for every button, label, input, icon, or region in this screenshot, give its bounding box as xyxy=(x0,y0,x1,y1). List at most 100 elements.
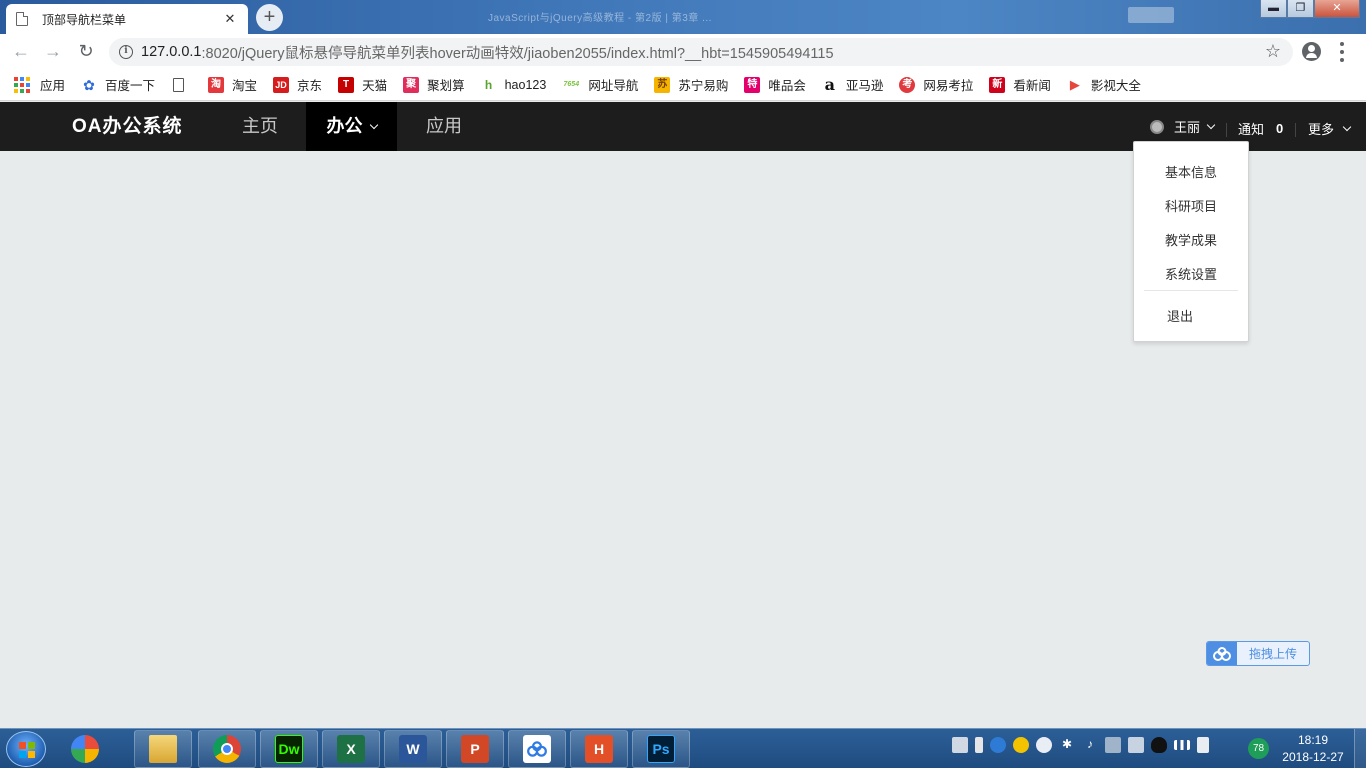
bookmark-video[interactable]: ▶ 影视大全 xyxy=(1067,75,1141,94)
network-signal-icon[interactable] xyxy=(1174,740,1190,750)
bookmark-kaola[interactable]: 考 网易考拉 xyxy=(899,75,973,94)
bookmark-hao123[interactable]: h hao123 xyxy=(481,77,546,93)
taskbar-app[interactable]: H xyxy=(570,730,628,768)
bookmark-amazon[interactable]: a 亚马逊 xyxy=(822,75,884,94)
forward-arrow-icon[interactable]: → xyxy=(42,41,64,63)
clock-date: 2018-12-27 xyxy=(1282,750,1344,764)
minimize-button[interactable]: ▬ xyxy=(1260,0,1287,18)
volume-icon[interactable]: ♪ xyxy=(1082,737,1098,753)
nav-item-label: 主页 xyxy=(242,116,278,136)
upload-label: 拖拽上传 xyxy=(1248,647,1297,661)
taskbar-app[interactable]: P xyxy=(446,730,504,768)
drag-upload-button[interactable]: 拖拽上传 xyxy=(1206,641,1310,666)
close-window-button[interactable]: ✕ xyxy=(1314,0,1360,18)
windows-taskbar: Dw X W P H Ps ✱ ♪ 78 18:19 2018-12-27 xyxy=(0,728,1366,768)
profile-icon[interactable] xyxy=(1302,42,1321,61)
keyboard-icon[interactable] xyxy=(952,737,968,753)
window-controls: ▬ ❐ ✕ xyxy=(1260,0,1360,18)
taskbar-app[interactable] xyxy=(198,730,256,768)
wordpress-icon[interactable] xyxy=(990,737,1006,753)
suning-icon: 苏 xyxy=(654,76,671,93)
avatar xyxy=(1150,119,1164,134)
chevron-down-icon xyxy=(1342,122,1352,131)
battery-badge[interactable]: 78 xyxy=(1248,738,1269,759)
clipboard-icon[interactable] xyxy=(1197,737,1209,753)
reload-icon[interactable]: ↻ xyxy=(75,41,97,63)
juhuasuan-icon: 聚 xyxy=(403,76,420,93)
menu-item-logout[interactable]: 退出 xyxy=(1167,306,1193,325)
nav-item-label: 办公 xyxy=(326,116,363,136)
bookmark-apps[interactable]: 应用 xyxy=(14,75,65,94)
menu-item-research-projects[interactable]: 科研项目 xyxy=(1134,196,1248,215)
taskbar-app[interactable]: W xyxy=(384,730,442,768)
baidu-netdisk-icon[interactable] xyxy=(1036,737,1052,753)
system-tray: ✱ ♪ xyxy=(952,737,1209,753)
chrome-icon xyxy=(213,735,241,763)
input-method-icon[interactable] xyxy=(975,737,983,753)
taskbar-app[interactable]: X xyxy=(322,730,380,768)
bookmark-label: 天猫 xyxy=(362,79,388,93)
news-icon: 新 xyxy=(989,76,1006,93)
bookmark-juhuasuan[interactable]: 聚 聚划算 xyxy=(403,75,465,94)
menu-item-system-settings[interactable]: 系统设置 xyxy=(1134,264,1248,283)
site-info-icon[interactable]: i xyxy=(119,45,133,59)
bookmark-suning[interactable]: 苏 苏宁易购 xyxy=(654,75,728,94)
taskbar-app[interactable]: Ps xyxy=(632,730,690,768)
bluetooth-icon[interactable]: ✱ xyxy=(1059,737,1075,753)
pinwheel-app-icon xyxy=(71,735,99,763)
nav-item-home[interactable]: 主页 xyxy=(220,102,300,151)
bookmark-blank[interactable] xyxy=(171,77,192,92)
clock-time: 18:19 xyxy=(1297,733,1329,747)
url-host: 127.0.0.1 xyxy=(141,44,202,60)
taskbar-clock[interactable]: 18:19 2018-12-27 xyxy=(1278,732,1348,766)
back-arrow-icon[interactable]: ← xyxy=(10,41,32,63)
amazon-icon: a xyxy=(824,74,836,94)
browser-tab[interactable]: 顶部导航栏菜单 ✕ xyxy=(6,4,248,34)
more-menu-toggle[interactable]: 更多 xyxy=(1308,102,1352,151)
bookmark-baidu[interactable]: ✿ 百度一下 xyxy=(81,75,155,94)
nav-item-label: 应用 xyxy=(426,116,462,136)
apps-grid-icon xyxy=(14,76,30,93)
new-tab-button[interactable]: + xyxy=(256,4,283,31)
bookmark-label: 苏宁易购 xyxy=(678,79,729,93)
vip-icon: 特 xyxy=(744,76,761,93)
background-window-badge xyxy=(1128,7,1174,23)
menu-item-basic-info[interactable]: 基本信息 xyxy=(1134,162,1248,181)
powerpoint-icon: P xyxy=(461,735,489,763)
bookmark-label: 应用 xyxy=(40,79,66,93)
bookmark-7654[interactable]: 7654 网址导航 xyxy=(562,75,639,94)
bookmark-label: 淘宝 xyxy=(232,79,258,93)
security-app-icon[interactable] xyxy=(1013,737,1029,753)
nav-item-apps[interactable]: 应用 xyxy=(404,102,484,151)
bookmark-vip[interactable]: 特 唯品会 xyxy=(744,75,806,94)
display-icon[interactable] xyxy=(1105,737,1121,753)
address-bar[interactable]: i 127.0.0.1:8020/jQuery鼠标悬停导航菜单列表hover动画… xyxy=(109,38,1293,66)
start-button[interactable] xyxy=(6,731,46,767)
taskbar-app[interactable]: Dw xyxy=(260,730,318,768)
browser-menu-icon[interactable] xyxy=(1340,42,1344,62)
bookmark-taobao[interactable]: 淘 淘宝 xyxy=(208,75,257,94)
site-logo[interactable]: OA办公系统 xyxy=(72,102,183,151)
menu-item-teaching-results[interactable]: 教学成果 xyxy=(1134,230,1248,249)
bookmark-star-icon[interactable]: ☆ xyxy=(1265,41,1281,62)
taskbar-app[interactable] xyxy=(134,730,192,768)
header-divider xyxy=(1295,123,1296,137)
nav-item-office[interactable]: 办公 xyxy=(306,102,397,151)
taskbar-app[interactable] xyxy=(56,730,114,768)
bookmark-label: 百度一下 xyxy=(105,79,156,93)
taskbar-app[interactable] xyxy=(508,730,566,768)
tab-close-icon[interactable]: ✕ xyxy=(222,11,238,27)
show-desktop-button[interactable] xyxy=(1354,729,1366,768)
bookmark-label: 影视大全 xyxy=(1090,79,1141,93)
taobao-icon: 淘 xyxy=(208,76,225,93)
bookmark-label: 聚划算 xyxy=(427,79,465,93)
excel-icon: X xyxy=(337,735,365,763)
bookmark-news[interactable]: 新 看新闻 xyxy=(989,75,1051,94)
qq-icon[interactable] xyxy=(1151,737,1167,753)
baidu-netdisk-icon xyxy=(523,735,551,763)
chevron-down-icon xyxy=(1206,120,1216,129)
bookmark-tmall[interactable]: T 天猫 xyxy=(338,75,387,94)
card-icon[interactable] xyxy=(1128,737,1144,753)
restore-button[interactable]: ❐ xyxy=(1287,0,1314,18)
bookmark-jd[interactable]: JD 京东 xyxy=(273,75,322,94)
